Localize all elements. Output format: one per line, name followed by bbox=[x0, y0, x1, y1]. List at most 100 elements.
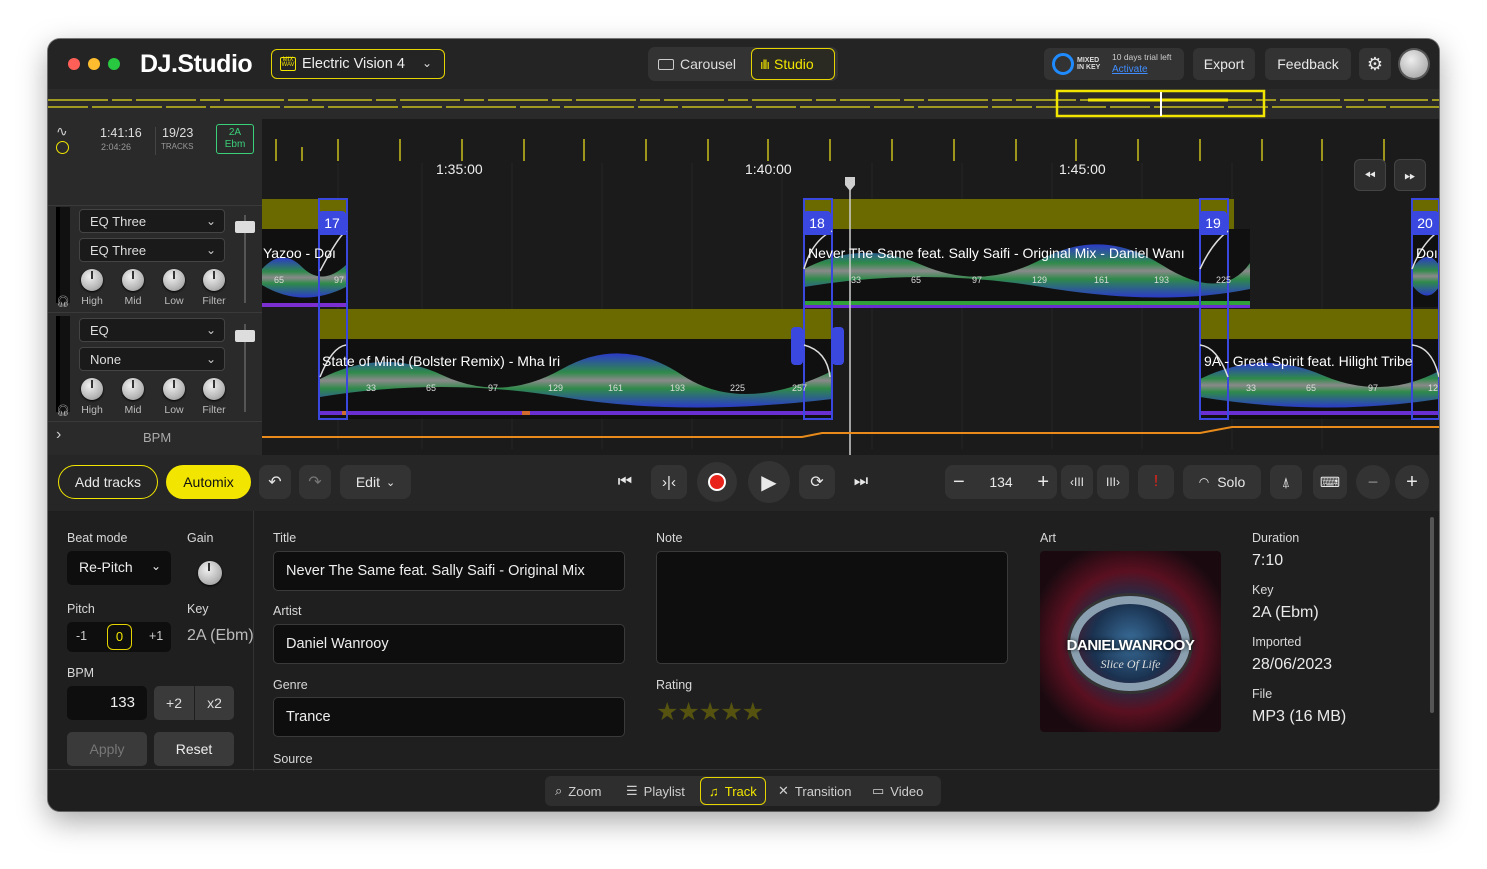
deck-1-fx2-select[interactable]: EQ Three ⌄ bbox=[79, 238, 225, 262]
tab-track[interactable]: ♫ Track bbox=[700, 777, 766, 805]
track-number-badge[interactable]: 17 bbox=[318, 211, 346, 235]
deck-1-volume-fader[interactable] bbox=[235, 221, 255, 233]
fast-forward-icon[interactable]: ⏩︎ bbox=[1394, 159, 1426, 191]
settings-gear-icon[interactable]: ⚙ bbox=[1359, 48, 1391, 80]
deck-1-mid-knob[interactable] bbox=[122, 269, 144, 291]
deck-1-fx1-select[interactable]: EQ Three ⌄ bbox=[79, 209, 225, 233]
tracks-label: TRACKS bbox=[161, 142, 194, 151]
artist-input[interactable]: Daniel Wanrooy bbox=[273, 624, 625, 664]
track-number-badge[interactable]: 18 bbox=[803, 211, 831, 235]
deck-1-high-knob[interactable] bbox=[81, 269, 103, 291]
loop-icon[interactable]: ⟳ bbox=[799, 465, 835, 499]
gain-knob[interactable] bbox=[198, 561, 222, 585]
bpm-input[interactable]: 133 bbox=[67, 686, 147, 720]
undo-icon[interactable]: ↶ bbox=[259, 465, 291, 499]
deck-2-fx1-select[interactable]: EQ ⌄ bbox=[79, 318, 225, 342]
metronome-icon[interactable]: ǃ bbox=[1138, 465, 1174, 499]
studio-view-button[interactable]: ıllı Studio bbox=[751, 48, 835, 80]
track-title[interactable]: Yazoo - Doı bbox=[263, 245, 343, 261]
transition-handle[interactable] bbox=[791, 327, 803, 365]
track-title[interactable]: State of Mind (Bolster Remix) - Mha Iri bbox=[322, 353, 560, 369]
deck-2-filter-knob[interactable] bbox=[203, 378, 225, 400]
deck-2-headphones-icon[interactable]: 🎧︎ bbox=[56, 404, 70, 417]
deck-1-low-knob[interactable] bbox=[163, 269, 185, 291]
redo-icon[interactable]: ↷ bbox=[299, 465, 331, 499]
skip-forward-icon[interactable]: ⏭︎ bbox=[844, 465, 878, 499]
deck-1-filter-knob[interactable] bbox=[203, 269, 225, 291]
chevron-right-icon[interactable]: › bbox=[56, 426, 61, 444]
panel-scrollbar[interactable] bbox=[1430, 517, 1434, 713]
nudge-back-icon[interactable]: ‹III bbox=[1061, 465, 1093, 499]
elapsed-time: 1:41:16 bbox=[100, 126, 142, 140]
knob-label: Filter bbox=[202, 404, 226, 416]
bpm-plus2-button[interactable]: +2 bbox=[154, 686, 194, 720]
tab-video[interactable]: ▭ Video bbox=[872, 776, 923, 806]
album-art[interactable]: DANIELWANROOY Slice Of Life bbox=[1040, 551, 1221, 732]
tab-playlist[interactable]: ☰ Playlist bbox=[626, 776, 685, 806]
zoom-window-button[interactable] bbox=[108, 58, 120, 70]
activity-icon: ∿ bbox=[56, 123, 68, 139]
zoom-in-icon[interactable]: + bbox=[1395, 465, 1429, 499]
bpm-x2-button[interactable]: x2 bbox=[195, 686, 234, 720]
keyboard-icon[interactable]: ⌨︎ bbox=[1313, 465, 1347, 499]
minimize-window-button[interactable] bbox=[88, 58, 100, 70]
tempo-minus-button[interactable]: − bbox=[953, 471, 965, 494]
genre-input[interactable]: Trance bbox=[273, 697, 625, 737]
transition-handle[interactable] bbox=[832, 327, 844, 365]
beat-label: 97 bbox=[488, 383, 499, 393]
record-button[interactable] bbox=[697, 462, 737, 502]
knob-label: Filter bbox=[202, 295, 226, 307]
zoom-out-icon[interactable]: − bbox=[1356, 465, 1390, 499]
track-number-badge[interactable]: 19 bbox=[1199, 211, 1227, 235]
track-title[interactable]: 9A - Great Spirit feat. Hilight Tribe bbox=[1204, 353, 1439, 369]
pitch-value[interactable]: 0 bbox=[107, 624, 132, 650]
feedback-button[interactable]: Feedback bbox=[1265, 48, 1351, 80]
deck-2-fx2-select[interactable]: None ⌄ bbox=[79, 347, 225, 371]
edit-menu-button[interactable]: Edit ⌄ bbox=[340, 465, 411, 499]
tuning-fork-icon[interactable]: ⍋ bbox=[1270, 465, 1302, 499]
automix-button[interactable]: Automix bbox=[166, 465, 251, 499]
activate-link[interactable]: Activate bbox=[1112, 64, 1148, 75]
timeline[interactable]: 1:35:00 1:40:00 1:45:00 ⏪︎ ⏩︎ 17 18 19 2… bbox=[262, 119, 1439, 455]
beat-mode-select[interactable]: Re-Pitch ⌄ bbox=[67, 551, 171, 585]
note-textarea[interactable] bbox=[656, 551, 1008, 664]
apply-button[interactable]: Apply bbox=[67, 732, 147, 766]
close-window-button[interactable] bbox=[68, 58, 80, 70]
file-value: MP3 (16 MB) bbox=[1252, 708, 1347, 725]
deck-2-volume-fader[interactable] bbox=[235, 330, 255, 342]
pitch-plus-button[interactable]: +1 bbox=[149, 629, 163, 643]
title-input[interactable]: Never The Same feat. Sally Saifi - Origi… bbox=[273, 551, 625, 591]
pitch-minus-button[interactable]: -1 bbox=[76, 629, 87, 643]
export-button[interactable]: Export bbox=[1193, 48, 1255, 80]
bpm-lane-label: BPM bbox=[143, 430, 172, 445]
skip-back-icon[interactable]: ⏮︎ bbox=[608, 465, 642, 499]
beat-label: 65 bbox=[426, 383, 437, 393]
track-title[interactable]: Never The Same feat. Sally Saifi - Origi… bbox=[808, 245, 1226, 261]
mix-overview[interactable] bbox=[48, 89, 1439, 119]
tab-zoom[interactable]: ⌕ Zoom bbox=[555, 776, 602, 806]
rating-stars[interactable]: ★★★★★ bbox=[656, 697, 764, 727]
play-icon[interactable]: ▶︎ bbox=[748, 461, 790, 503]
reset-button[interactable]: Reset bbox=[154, 732, 234, 766]
key-info-value: 2A (Ebm) bbox=[1252, 604, 1319, 621]
solo-button[interactable]: ◠ Solo bbox=[1183, 465, 1261, 499]
tab-transition[interactable]: ✕ Transition bbox=[778, 776, 852, 806]
carousel-view-button[interactable]: Carousel bbox=[658, 48, 736, 80]
cue-icon[interactable]: ›|‹ bbox=[651, 465, 687, 499]
deck-1-headphones-icon[interactable]: 🎧︎ bbox=[56, 295, 70, 308]
nudge-forward-icon[interactable]: III› bbox=[1097, 465, 1129, 499]
trial-text: 10 days trial left bbox=[1112, 52, 1172, 62]
add-tracks-button[interactable]: Add tracks bbox=[58, 465, 158, 499]
track-number-badge[interactable]: 20 bbox=[1411, 211, 1439, 235]
tempo-plus-button[interactable]: + bbox=[1037, 471, 1049, 494]
rewind-icon[interactable]: ⏪︎ bbox=[1354, 159, 1386, 191]
deck-1-level-meter bbox=[56, 207, 70, 303]
master-volume-knob[interactable] bbox=[1400, 50, 1428, 78]
deck-2-mid-knob[interactable] bbox=[122, 378, 144, 400]
deck-2-high-knob[interactable] bbox=[81, 378, 103, 400]
gain-label: Gain bbox=[187, 531, 214, 545]
track-title[interactable]: Doı bbox=[1416, 245, 1439, 261]
tempo-value[interactable]: 134 bbox=[989, 474, 1012, 490]
deck-2-low-knob[interactable] bbox=[163, 378, 185, 400]
mix-selector[interactable]: MIX WAV Electric Vision 4 ⌄ bbox=[271, 49, 445, 79]
